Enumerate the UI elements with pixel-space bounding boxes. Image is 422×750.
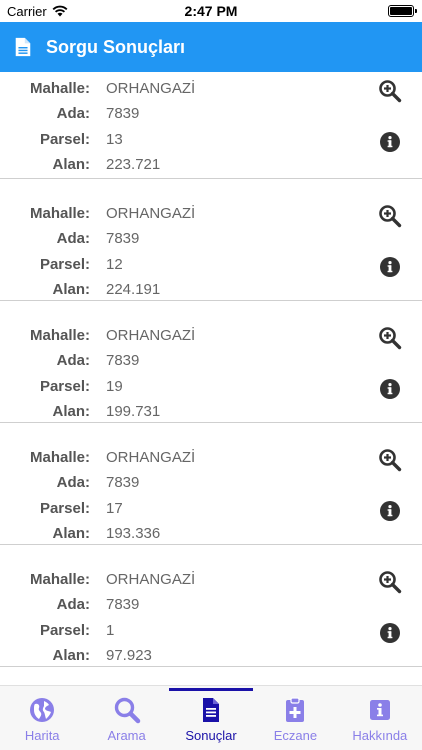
parsel-value: 19: [106, 377, 123, 395]
field-row-ada: Ada: 7839: [0, 349, 140, 371]
ada-value: 7839: [106, 104, 140, 122]
app-bar: Sorgu Sonuçları: [0, 22, 422, 72]
alan-value: 199.731: [106, 402, 161, 420]
mahalle-value: ORHANGAZİ: [106, 79, 196, 97]
document-icon: [197, 696, 225, 724]
alan-value: 193.336: [106, 524, 161, 542]
alan-value: 223.721: [106, 155, 161, 173]
field-row-alan: Alan: 97.923: [0, 644, 152, 666]
medical-clipboard-icon: [281, 696, 309, 724]
mahalle-label: Mahalle:: [29, 326, 90, 344]
field-row-parsel: Parsel: 17: [0, 497, 123, 519]
info-icon[interactable]: [380, 623, 400, 643]
mahalle-label: Mahalle:: [29, 448, 90, 466]
alan-value: 224.191: [106, 280, 161, 298]
field-row-parsel: Parsel: 19: [0, 375, 123, 397]
tab-sonular[interactable]: Sonuçlar: [168, 686, 254, 750]
zoom-in-icon[interactable]: [378, 448, 402, 472]
parsel-label: Parsel:: [39, 499, 90, 517]
alan-label: Alan:: [52, 646, 91, 664]
tab-bar: Harita Arama Sonuçlar Eczane Hakkında: [0, 685, 422, 750]
ada-value: 7839: [106, 473, 140, 491]
zoom-in-icon[interactable]: [378, 79, 402, 103]
parsel-value: 12: [106, 255, 123, 273]
mahalle-value: ORHANGAZİ: [106, 326, 196, 344]
mahalle-label: Mahalle:: [29, 204, 90, 222]
field-row-alan: Alan: 193.336: [0, 522, 161, 544]
ada-label: Ada:: [56, 229, 90, 247]
parsel-value: 13: [106, 130, 123, 148]
alan-label: Alan:: [52, 155, 91, 173]
field-row-mahalle: Mahalle: ORHANGAZİ: [0, 324, 195, 346]
field-row-alan: Alan: 224.191: [0, 278, 161, 300]
field-row-parsel: Parsel: 1: [0, 619, 114, 641]
alan-label: Alan:: [52, 280, 91, 298]
battery-icon: [388, 5, 417, 17]
tab-label: Sonuçlar: [185, 728, 237, 743]
tab-eczane[interactable]: Eczane: [253, 686, 337, 750]
tab-label: Harita: [24, 728, 60, 743]
result-item: Mahalle: ORHANGAZİ Ada: 7839 Parsel: 12 Alan: 2…: [0, 179, 422, 301]
mahalle-label: Mahalle:: [29, 570, 90, 588]
zoom-in-icon[interactable]: [378, 326, 402, 350]
mahalle-value: ORHANGAZİ: [106, 204, 196, 222]
mahalle-value: ORHANGAZİ: [106, 448, 196, 466]
tab-harita[interactable]: Harita: [0, 686, 84, 750]
tab-hakknda[interactable]: Hakkında: [338, 686, 422, 750]
info-icon[interactable]: [380, 379, 400, 399]
result-item: Mahalle: ORHANGAZİ Ada: 7839 Parsel: 19 Alan: 1…: [0, 301, 422, 423]
ada-value: 7839: [106, 229, 140, 247]
mahalle-label: Mahalle:: [29, 79, 90, 97]
parsel-label: Parsel:: [39, 255, 90, 273]
search-icon: [113, 696, 141, 724]
tab-arama[interactable]: Arama: [84, 686, 168, 750]
field-row-ada: Ada: 7839: [0, 227, 140, 249]
field-row-ada: Ada: 7839: [0, 471, 140, 493]
field-row-ada: Ada: 7839: [0, 102, 140, 124]
alan-label: Alan:: [52, 524, 91, 542]
ada-label: Ada:: [56, 351, 90, 369]
tab-label: Hakkında: [352, 728, 408, 743]
info-icon[interactable]: [380, 501, 400, 521]
field-row-alan: Alan: 199.731: [0, 400, 161, 422]
result-item: Mahalle: ORHANGAZİ Ada: 7839 Parsel: 17 Alan: 1…: [0, 423, 422, 545]
globe-icon: [28, 696, 56, 724]
parsel-value: 17: [106, 499, 123, 517]
mahalle-value: ORHANGAZİ: [106, 570, 196, 588]
document-icon: [15, 37, 31, 57]
ada-label: Ada:: [56, 473, 90, 491]
field-row-parsel: Parsel: 13: [0, 128, 123, 150]
status-time: 2:47 PM: [184, 3, 238, 19]
page-title: Sorgu Sonuçları: [46, 36, 186, 57]
tab-label: Arama: [107, 728, 146, 743]
result-item: Mahalle: ORHANGAZİ Ada: 7839 Parsel: 1 Alan: 97…: [0, 545, 422, 667]
status-bar: Carrier 2:47 PM: [0, 0, 422, 22]
zoom-in-icon[interactable]: [378, 570, 402, 594]
field-row-mahalle: Mahalle: ORHANGAZİ: [0, 446, 195, 468]
field-row-ada: Ada: 7839: [0, 593, 140, 615]
ada-value: 7839: [106, 351, 140, 369]
field-row-mahalle: Mahalle: ORHANGAZİ: [0, 202, 195, 224]
parsel-label: Parsel:: [39, 130, 90, 148]
ada-label: Ada:: [56, 595, 90, 613]
info-icon[interactable]: [380, 132, 400, 152]
parsel-label: Parsel:: [39, 621, 90, 639]
info-icon: [366, 696, 394, 724]
zoom-in-icon[interactable]: [378, 204, 402, 228]
parsel-label: Parsel:: [39, 377, 90, 395]
ada-value: 7839: [106, 595, 140, 613]
results-list[interactable]: Mahalle: ORHANGAZİ Ada: 7839 Parsel: 13 Alan: 2…: [0, 72, 422, 685]
alan-label: Alan:: [52, 402, 91, 420]
field-row-parsel: Parsel: 12: [0, 253, 123, 275]
field-row-mahalle: Mahalle: ORHANGAZİ: [0, 568, 195, 590]
tab-label: Eczane: [273, 728, 318, 743]
result-item: Mahalle: ORHANGAZİ Ada: 7839 Parsel: 13 Alan: 2…: [0, 72, 422, 179]
field-row-alan: Alan: 223.721: [0, 153, 161, 175]
parsel-value: 1: [106, 621, 115, 639]
info-icon[interactable]: [380, 257, 400, 277]
alan-value: 97.923: [106, 646, 152, 664]
field-row-mahalle: Mahalle: ORHANGAZİ: [0, 77, 195, 99]
ada-label: Ada:: [56, 104, 90, 122]
